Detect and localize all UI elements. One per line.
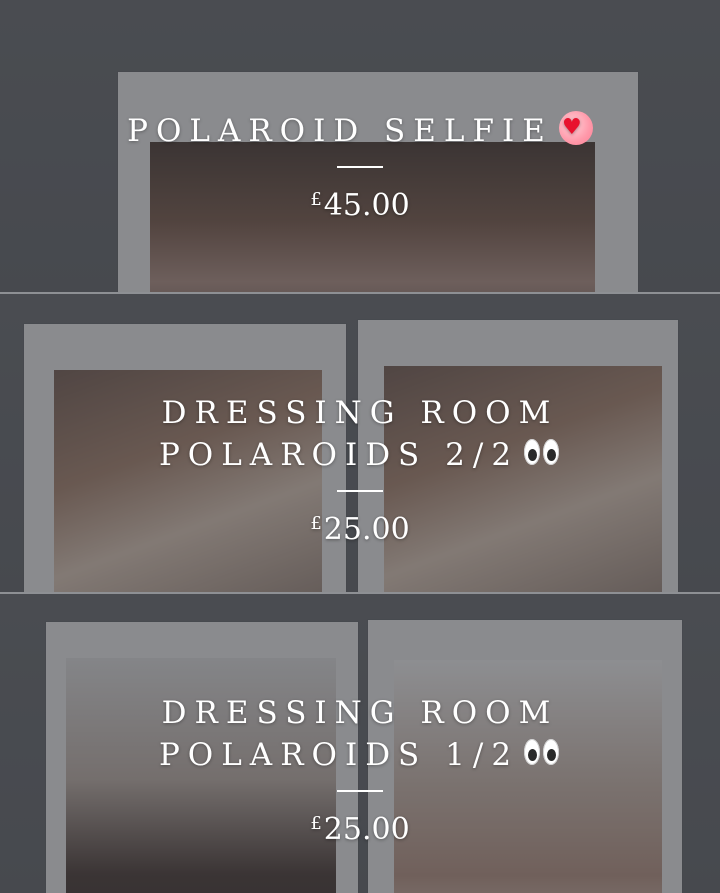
product-card-polaroid-selfie[interactable]: POLAROID SELFIE £45.00 (0, 0, 720, 292)
title-divider (337, 166, 383, 168)
product-card-dressing-room-2-2[interactable]: DRESSING ROOM POLAROIDS 2/2 £25.00 (0, 294, 720, 592)
eyes-icon (523, 439, 561, 467)
product-card-dressing-room-1-2[interactable]: DRESSING ROOM POLAROIDS 1/2 £25.00 (0, 594, 720, 893)
product-price: £25.00 (310, 512, 410, 547)
product-price: £25.00 (310, 812, 410, 847)
product-title: DRESSING ROOM POLAROIDS 1/2 (40, 692, 680, 776)
product-price: £45.00 (310, 188, 410, 223)
product-title: DRESSING ROOM POLAROIDS 2/2 (40, 392, 680, 476)
title-divider (337, 490, 383, 492)
heart-icon (558, 111, 593, 145)
eyes-icon (523, 739, 561, 767)
product-title: POLAROID SELFIE (40, 110, 680, 152)
title-divider (337, 790, 383, 792)
